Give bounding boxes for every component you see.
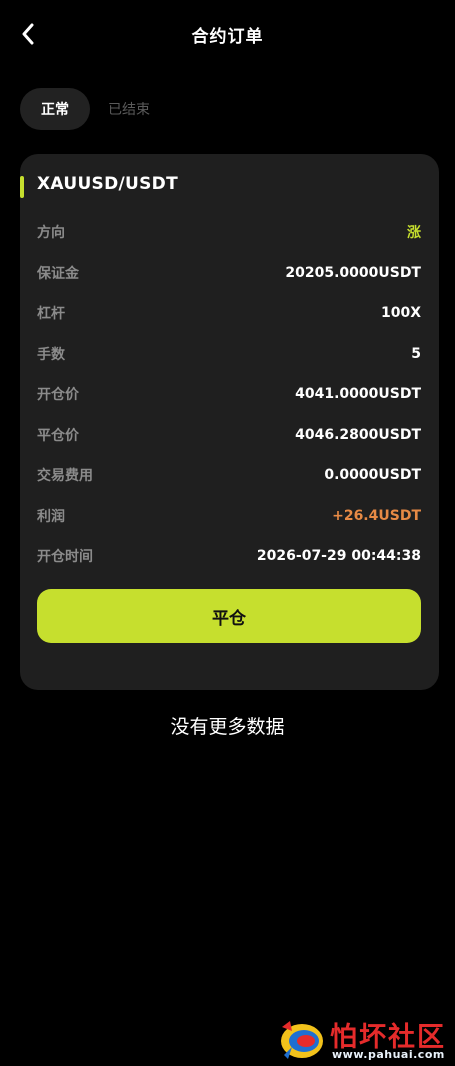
watermark: 怕坏社区 www.pahuai.com — [276, 1015, 452, 1063]
margin-value: 20205.0000USDT — [285, 264, 421, 281]
detail-label: 开仓价 — [37, 387, 79, 404]
order-symbol: XAUUSD/USDT — [37, 174, 178, 194]
tab-active-orders[interactable]: 正常 — [20, 88, 90, 130]
fee-value: 0.0000USDT — [324, 467, 421, 484]
no-more-data-text: 没有更多数据 — [170, 716, 285, 738]
open-time-value: 2026-07-29 00:44:38 — [256, 548, 421, 565]
order-tabs: 正常 已结束 — [20, 88, 164, 130]
accent-bar — [20, 176, 24, 198]
detail-label: 利润 — [37, 508, 65, 525]
detail-row-lots: 手数 5 — [37, 334, 421, 375]
tab-ended-orders[interactable]: 已结束 — [94, 88, 164, 130]
detail-row-fee: 交易费用 0.0000USDT — [37, 455, 421, 496]
detail-row-leverage: 杠杆 100X — [37, 293, 421, 334]
order-details: 方向 涨 保证金 20205.0000USDT 杠杆 100X 手数 5 开仓价… — [37, 212, 421, 577]
detail-label: 交易费用 — [37, 468, 93, 485]
order-card: XAUUSD/USDT 方向 涨 保证金 20205.0000USDT 杠杆 1… — [20, 154, 439, 690]
detail-row-open-time: 开仓时间 2026-07-29 00:44:38 — [37, 536, 421, 577]
direction-value: 涨 — [407, 225, 421, 242]
close-price-value: 4046.2800USDT — [295, 426, 421, 443]
close-position-button[interactable]: 平仓 — [37, 589, 421, 643]
watermark-logo-icon — [281, 1021, 323, 1059]
open-price-value: 4041.0000USDT — [295, 386, 421, 403]
detail-row-close-price: 平仓价 4046.2800USDT — [37, 415, 421, 456]
leverage-value: 100X — [380, 305, 421, 322]
detail-label: 方向 — [37, 225, 65, 242]
watermark-url: www.pahuai.com — [332, 1048, 445, 1061]
detail-row-direction: 方向 涨 — [37, 212, 421, 253]
detail-row-open-price: 开仓价 4041.0000USDT — [37, 374, 421, 415]
header: 合约订单 — [0, 0, 455, 68]
detail-label: 保证金 — [37, 265, 79, 282]
profit-value: +26.4USDT — [332, 507, 421, 524]
lots-value: 5 — [411, 345, 421, 362]
detail-label: 平仓价 — [37, 427, 79, 444]
detail-label: 杠杆 — [37, 306, 65, 323]
detail-label: 手数 — [37, 346, 65, 363]
detail-row-margin: 保证金 20205.0000USDT — [37, 253, 421, 294]
detail-row-profit: 利润 +26.4USDT — [37, 496, 421, 537]
detail-label: 开仓时间 — [37, 549, 93, 566]
page-title: 合约订单 — [191, 27, 264, 47]
